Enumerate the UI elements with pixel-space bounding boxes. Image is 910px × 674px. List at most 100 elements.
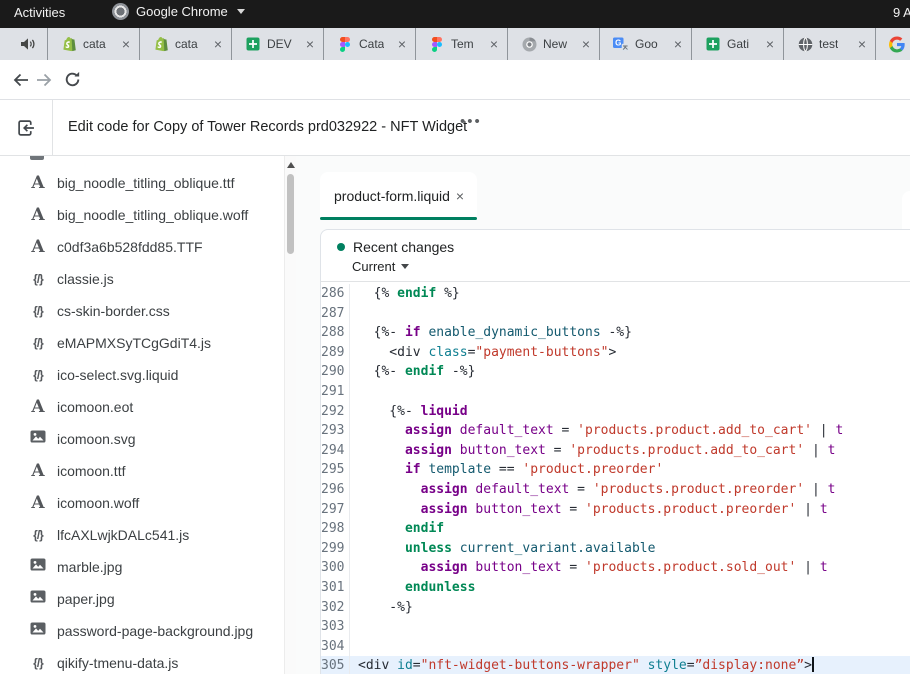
code-file-icon: {/} xyxy=(28,528,48,542)
code-line[interactable]: 301 endunless xyxy=(321,578,910,598)
file-item[interactable]: paper.jpg xyxy=(0,583,284,615)
file-item[interactable]: Aicomoon.woff xyxy=(0,487,284,519)
browser-tab[interactable]: cata× xyxy=(47,28,139,60)
code-line[interactable]: 290 {%- endif -%} xyxy=(321,362,910,382)
file-item[interactable]: Abig_noodle_titling_oblique.woff xyxy=(0,199,284,231)
line-number: 289 xyxy=(321,343,350,363)
file-item[interactable]: password-page-background.jpg xyxy=(0,615,284,647)
file-item[interactable]: {/}eMAPMXSyTCgGdiT4.js xyxy=(0,327,284,359)
clipped-file-icon xyxy=(30,156,44,160)
code-text: unless current_variant.available xyxy=(358,539,655,559)
code-line[interactable]: 302 -%} xyxy=(321,598,910,618)
code-line[interactable]: 287 xyxy=(321,304,910,324)
file-name: icomoon.svg xyxy=(57,431,136,447)
file-item[interactable]: icomoon.svg xyxy=(0,423,284,455)
file-item[interactable]: Ac0df3a6b528fdd85.TTF xyxy=(0,231,284,263)
activities-button[interactable]: Activities xyxy=(14,5,65,20)
file-item[interactable]: {/}qikify-tmenu-data.js xyxy=(0,647,284,674)
font-file-icon: A xyxy=(28,175,48,192)
system-clock[interactable]: 9 A xyxy=(893,5,910,20)
code-line[interactable]: 303 xyxy=(321,617,910,637)
sidebar-scrollbar[interactable] xyxy=(284,156,296,674)
code-line[interactable]: 300 assign button_text = 'products.produ… xyxy=(321,558,910,578)
code-text: assign button_text = 'products.product.a… xyxy=(358,441,835,461)
file-item[interactable]: Aicomoon.ttf xyxy=(0,455,284,487)
browser-tab[interactable] xyxy=(875,28,910,60)
tab-close-icon[interactable]: × xyxy=(214,37,222,51)
more-actions-button[interactable]: ••• xyxy=(460,113,482,130)
back-button[interactable] xyxy=(11,70,31,90)
tab-close-icon[interactable]: × xyxy=(674,37,682,51)
scroll-up-arrow-icon[interactable] xyxy=(287,162,295,168)
recent-changes-label: Recent changes xyxy=(353,239,454,255)
code-line[interactable]: 294 assign button_text = 'products.produ… xyxy=(321,441,910,461)
line-number: 300 xyxy=(321,558,350,578)
file-name: paper.jpg xyxy=(57,591,115,607)
tab-close-icon[interactable]: × xyxy=(306,37,314,51)
file-item[interactable]: {/}ico-select.svg.liquid xyxy=(0,359,284,391)
file-item[interactable]: {/}cs-skin-border.css xyxy=(0,295,284,327)
code-line[interactable]: 293 assign default_text = 'products.prod… xyxy=(321,421,910,441)
file-item[interactable]: {/}lfcAXLwjkDALc541.js xyxy=(0,519,284,551)
browser-tab[interactable]: Cata× xyxy=(323,28,415,60)
code-line[interactable]: 288 {%- if enable_dynamic_buttons -%} xyxy=(321,323,910,343)
tab-close-icon[interactable]: × xyxy=(122,37,130,51)
file-item[interactable]: Aicomoon.eot xyxy=(0,391,284,423)
image-file-icon xyxy=(28,430,48,448)
code-line[interactable]: 286 {% endif %} xyxy=(321,284,910,304)
shopify-favicon-icon xyxy=(61,36,77,52)
forward-button[interactable] xyxy=(34,70,54,90)
line-number: 295 xyxy=(321,460,350,480)
tab-close-icon[interactable]: × xyxy=(582,37,590,51)
code-line[interactable]: 304 xyxy=(321,637,910,657)
file-item[interactable]: Abig_noodle_titling_oblique.ttf xyxy=(0,167,284,199)
code-text: assign default_text = 'products.product.… xyxy=(358,421,843,441)
code-file-icon: {/} xyxy=(28,656,48,670)
code-line[interactable]: 305 <div id="nft-widget-buttons-wrapper" … xyxy=(321,656,910,674)
code-line[interactable]: 298 endif xyxy=(321,519,910,539)
browser-tab[interactable]: New× xyxy=(507,28,599,60)
exit-code-editor-button[interactable] xyxy=(17,119,35,137)
code-text: {%- liquid xyxy=(358,402,468,422)
code-line[interactable]: 292 {%- liquid xyxy=(321,402,910,422)
file-name: ico-select.svg.liquid xyxy=(57,367,178,383)
tab-close-icon[interactable]: × xyxy=(858,37,866,51)
browser-tab[interactable]: Tem× xyxy=(415,28,507,60)
code-line[interactable]: 299 unless current_variant.available xyxy=(321,539,910,559)
file-item[interactable]: {/}classie.js xyxy=(0,263,284,295)
editor-tab-close-icon[interactable]: × xyxy=(456,188,464,204)
line-number: 305 xyxy=(321,656,350,674)
code-area[interactable]: 286 {% endif %}287288 {%- if enable_dyna… xyxy=(321,282,910,674)
tab-title: test xyxy=(819,37,838,51)
font-file-icon: A xyxy=(28,239,48,256)
chrome-app-icon xyxy=(112,3,129,20)
code-line[interactable]: 295 if template == 'product.preorder' xyxy=(321,460,910,480)
tab-close-icon[interactable]: × xyxy=(398,37,406,51)
browser-tab[interactable]: DEV× xyxy=(231,28,323,60)
image-file-icon xyxy=(28,622,48,640)
image-file-icon xyxy=(28,590,48,608)
code-text: <div id="nft-widget-buttons-wrapper" sty… xyxy=(358,656,814,674)
reload-button[interactable] xyxy=(63,70,83,90)
version-dropdown[interactable]: Current xyxy=(352,259,409,274)
editor-file-tab[interactable]: product-form.liquid × xyxy=(320,172,477,220)
line-number: 294 xyxy=(321,441,350,461)
editor-card: Recent changes Current 286 {% endif %}28… xyxy=(320,229,910,674)
code-file-icon: {/} xyxy=(28,272,48,286)
browser-tab[interactable]: GGoo× xyxy=(599,28,691,60)
app-menu[interactable]: Google Chrome xyxy=(112,3,245,20)
file-item[interactable]: marble.jpg xyxy=(0,551,284,583)
browser-tab[interactable]: Gati× xyxy=(691,28,783,60)
browser-tab[interactable]: test × xyxy=(783,28,875,60)
browser-tab[interactable]: cata× xyxy=(139,28,231,60)
code-line[interactable]: 296 assign default_text = 'products.prod… xyxy=(321,480,910,500)
scrollbar-thumb[interactable] xyxy=(287,174,294,254)
code-line[interactable]: 291 xyxy=(321,382,910,402)
code-line[interactable]: 297 assign button_text = 'products.produ… xyxy=(321,500,910,520)
globe-favicon-icon xyxy=(797,36,813,52)
code-file-icon: {/} xyxy=(28,304,48,318)
tab-close-icon[interactable]: × xyxy=(490,37,498,51)
code-line[interactable]: 289 <div class="payment-buttons"> xyxy=(321,343,910,363)
browser-tab-strip: cata×cata×DEV×Cata×Tem×New×GGoo×Gati×tes… xyxy=(0,28,910,60)
tab-close-icon[interactable]: × xyxy=(766,37,774,51)
